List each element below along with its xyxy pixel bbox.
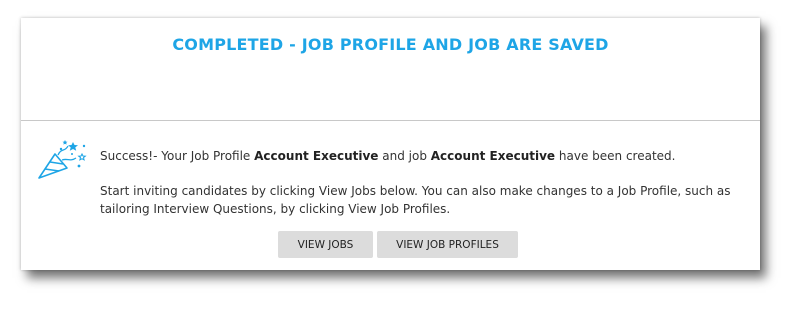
panel-header: COMPLETED - JOB PROFILE AND JOB ARE SAVE… [21,18,760,121]
panel-body: Success!- Your Job Profile Account Execu… [21,121,760,270]
success-middle: and job [378,149,431,163]
success-suffix: have been created. [555,149,676,163]
profile-name: Account Executive [254,149,379,163]
success-message: Success!- Your Job Profile Account Execu… [100,149,675,163]
view-job-profiles-button[interactable]: VIEW JOB PROFILES [377,231,518,258]
success-panel: COMPLETED - JOB PROFILE AND JOB ARE SAVE… [21,18,760,270]
party-popper-icon [35,138,89,184]
view-jobs-button[interactable]: VIEW JOBS [278,231,373,258]
success-prefix: Success!- Your Job Profile [100,149,255,163]
instructions-text: Start inviting candidates by clicking Vi… [100,184,731,216]
job-name: Account Executive [430,149,556,163]
page-title: COMPLETED - JOB PROFILE AND JOB ARE SAVE… [172,35,609,54]
